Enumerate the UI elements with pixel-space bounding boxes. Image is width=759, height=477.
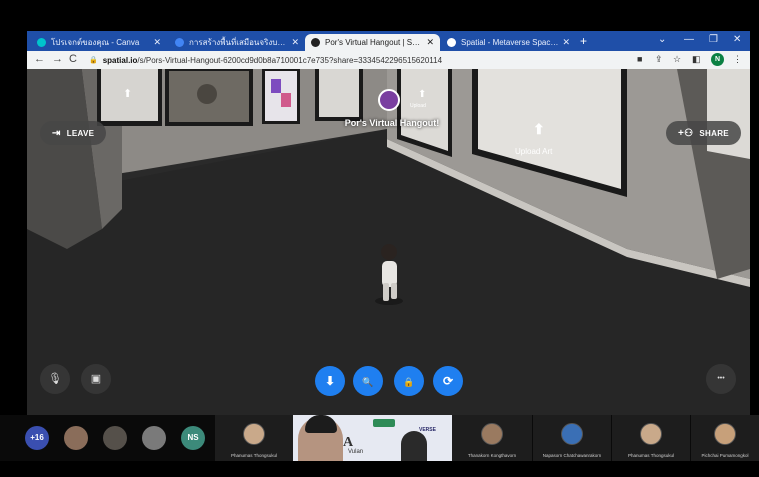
browser-window: โปรเจกต์ของคุณ - Canva ✕ การสร้างพื้นที่… [27, 31, 750, 415]
participant-tile[interactable]: Phanumas Thongsukul [612, 415, 690, 461]
spatial-3d-viewport[interactable]: ⬆ ⬆ Upload ⬆ Upload Art ⇥ LEAVE +⚇ SHARE… [27, 69, 750, 415]
participant-avatar[interactable] [142, 426, 166, 450]
participant-tile[interactable]: Phanumas Thongsukul [215, 415, 293, 461]
add-user-icon: +⚇ [678, 127, 694, 139]
participant-tile[interactable]: Thanakorn Kongthavorn [452, 415, 532, 461]
leave-button[interactable]: ⇥ LEAVE [40, 121, 107, 145]
tab-title: การสร้างพื้นที่เสมือนจริงบนเว็บ [189, 38, 288, 47]
address-bar: ← → C 🔒 spatial.io /s/Pors-Virtual-Hango… [27, 51, 750, 69]
tab-canva[interactable]: โปรเจกต์ของคุณ - Canva ✕ [31, 34, 167, 51]
video-slide-subtitle: Vulan [348, 449, 364, 455]
maximize-icon[interactable]: ❐ [709, 34, 718, 45]
lock-button[interactable]: 🔒 [394, 366, 424, 396]
close-icon[interactable]: ✕ [426, 37, 434, 48]
spatial-favicon-icon [311, 38, 320, 47]
participant-face [640, 423, 662, 445]
participant-initials-avatar[interactable]: NS [181, 426, 205, 450]
leave-door-icon: ⇥ [52, 127, 61, 139]
frame-far-right [707, 69, 750, 159]
bookmark-star-icon[interactable]: ☆ [673, 54, 681, 65]
participant-name: Phanumas Thongsukul [231, 453, 277, 458]
zoom-icon: 🔍 [362, 377, 374, 387]
share-button[interactable]: +⚇ SHARE [666, 121, 741, 145]
url-field[interactable]: 🔒 spatial.io /s/Pors-Virtual-Hangout-620… [89, 54, 629, 66]
participant-name: Napasorn Chatchawanrakorn [542, 453, 602, 458]
upload-art-label: Upload Art [515, 147, 553, 156]
tab-spatial-metaverse[interactable]: Spatial - Metaverse Spaces That ... ✕ [441, 34, 576, 51]
refresh-button[interactable]: ⟳ [433, 366, 463, 396]
user-avatar-head [381, 244, 397, 260]
new-tab-plus-icon[interactable]: + [580, 34, 587, 48]
participant-face [243, 423, 265, 445]
participant-avatar[interactable] [103, 426, 127, 450]
tab-title: Spatial - Metaverse Spaces That ... [461, 38, 559, 47]
side-panel-icon[interactable]: ◧ [692, 54, 701, 65]
participant-avatar[interactable] [64, 426, 88, 450]
tab-title: Por's Virtual Hangout | Spatial [325, 38, 423, 47]
tab-bar: โปรเจกต์ของคุณ - Canva ✕ การสร้างพื้นที่… [27, 31, 750, 51]
more-participants-badge[interactable]: +16 [25, 426, 49, 450]
tab-search-chevron-icon[interactable]: ⌄ [658, 34, 666, 45]
upload-small-label: Upload [410, 103, 426, 109]
profile-avatar[interactable]: N [711, 53, 724, 66]
participant-name: Phanumas Thongsukul [628, 453, 674, 458]
participant-face [714, 423, 736, 445]
share-page-icon[interactable]: ⇪ [655, 54, 663, 65]
share-label: SHARE [699, 128, 729, 138]
participant-name: Thanakorn Kongthavorn [467, 453, 517, 458]
zoom-button[interactable]: 🔍 [353, 366, 383, 396]
close-icon[interactable]: ✕ [291, 37, 299, 48]
tab-title: โปรเจกต์ของคุณ - Canva [51, 38, 140, 47]
tab-spatial-hangout[interactable]: Por's Virtual Hangout | Spatial ✕ [305, 34, 440, 51]
close-icon[interactable]: ✕ [153, 37, 161, 48]
minimize-icon[interactable]: — [684, 34, 694, 45]
back-arrow-icon[interactable]: ← [34, 53, 45, 65]
reload-icon[interactable]: C [69, 53, 77, 65]
video-slide-side-text: VERSE [419, 427, 436, 433]
canva-favicon-icon [37, 38, 46, 47]
more-dots-icon: ••• [717, 375, 725, 382]
camera-off-icon: ▣ [90, 373, 102, 385]
browser-menu-icon[interactable]: ⋮ [733, 54, 742, 65]
second-speaker-figure [401, 431, 427, 461]
meeting-participant-strip: +16 NS Phanumas Thongsukul A Vulan VERSE… [0, 415, 759, 461]
logo-badge-icon [373, 419, 395, 427]
speaker-hair [305, 415, 337, 433]
screen: โปรเจกต์ของคุณ - Canva ✕ การสร้างพื้นที่… [0, 0, 759, 477]
room-host-avatar[interactable] [378, 89, 400, 111]
close-icon[interactable]: ✕ [562, 37, 570, 48]
upload-arrow-icon: ⬆ [123, 88, 133, 100]
upload-arrow-icon: ⬆ [418, 89, 427, 100]
participant-tile[interactable]: Pichchai Pumamongkol [691, 415, 759, 461]
participant-tile[interactable]: Napasorn Chatchawanrakorn [533, 415, 611, 461]
camera-off-button[interactable]: ▣ [81, 364, 111, 394]
mic-off-icon: 🎙 [48, 373, 62, 385]
participant-face [561, 423, 583, 445]
leave-label: LEAVE [66, 128, 95, 138]
more-options-button[interactable]: ••• [706, 364, 736, 394]
lock-icon: 🔒 [89, 57, 98, 64]
participant-face [481, 423, 503, 445]
close-window-icon[interactable]: ✕ [733, 34, 741, 45]
download-button[interactable]: ⬇ [315, 366, 345, 396]
url-host: spatial.io [102, 55, 138, 65]
tab-article[interactable]: การสร้างพื้นที่เสมือนจริงบนเว็บ ✕ [169, 34, 305, 51]
globe-favicon-icon [175, 38, 184, 47]
upload-arrow-icon: ⬆ [533, 121, 545, 137]
active-speaker-video[interactable]: A Vulan VERSE [293, 415, 452, 461]
lock-icon: 🔒 [403, 377, 415, 387]
room-title: Por's Virtual Hangout! [344, 118, 440, 128]
mute-mic-button[interactable]: 🎙 [40, 364, 70, 394]
camera-permission-icon[interactable]: ■ [637, 54, 642, 64]
url-path: /s/Pors-Virtual-Hangout-6200cd9d0b8a7100… [137, 55, 443, 65]
download-icon: ⬇ [324, 374, 336, 388]
refresh-icon: ⟳ [442, 374, 454, 388]
spatial-favicon-icon [447, 38, 456, 47]
forward-arrow-icon[interactable]: → [52, 53, 63, 65]
participant-name: Pichchai Pumamongkol [701, 453, 749, 458]
